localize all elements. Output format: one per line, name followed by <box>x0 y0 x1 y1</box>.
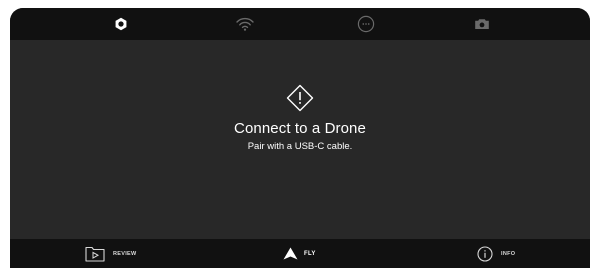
message-subtitle: Pair with a USB-C cable. <box>247 141 353 152</box>
bottom-navigation: REVIEW FLY INFO <box>10 239 590 268</box>
info-tab-label: INFO <box>501 250 516 257</box>
info-tab[interactable]: INFO <box>477 239 515 268</box>
more-icon <box>357 15 375 33</box>
top-toolbar <box>10 8 590 40</box>
info-icon <box>477 245 493 262</box>
connection-message-panel: Connect to a Drone Pair with a USB-C cab… <box>10 40 590 239</box>
more-options-button[interactable] <box>346 8 386 40</box>
camera-button[interactable] <box>462 8 502 40</box>
gear-icon <box>114 17 128 31</box>
fly-tab-label: FLY <box>304 250 316 257</box>
media-folder-icon <box>85 246 105 262</box>
review-tab-label: REVIEW <box>113 250 137 257</box>
camera-icon <box>474 18 490 30</box>
review-tab[interactable]: REVIEW <box>85 239 137 268</box>
wifi-icon <box>236 17 254 31</box>
app-window: Connect to a Drone Pair with a USB-C cab… <box>10 8 590 268</box>
wifi-button[interactable] <box>225 8 265 40</box>
fly-arrow-icon <box>283 247 298 260</box>
fly-tab[interactable]: FLY <box>283 239 316 268</box>
settings-button[interactable] <box>101 8 141 40</box>
message-title: Connect to a Drone <box>234 120 366 137</box>
warning-icon <box>286 84 314 112</box>
